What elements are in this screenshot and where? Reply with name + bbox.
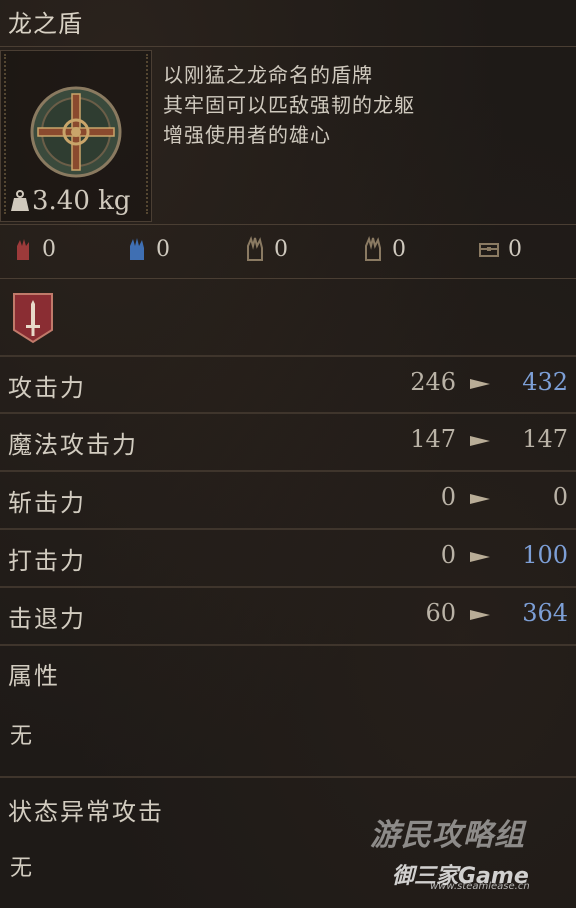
divider <box>0 470 576 472</box>
weight-icon <box>11 190 29 211</box>
divider <box>0 224 576 225</box>
stat-row-magic-attack: 魔法攻击力 147 147 <box>0 415 576 467</box>
resistance-lightning: 0 <box>362 236 406 262</box>
item-description: 以刚猛之龙命名的盾牌 其牢固可以匹敌强韧的龙躯 增强使用者的雄心 <box>163 60 415 150</box>
resistance-chest: 0 <box>478 236 522 262</box>
stat-row-knockback: 击退力 60 364 <box>0 589 576 641</box>
resistance-value: 0 <box>156 236 170 262</box>
upgrade-arrow-icon <box>470 610 490 620</box>
description-line: 其牢固可以匹敌强韧的龙躯 <box>163 93 415 117</box>
stat-base-value: 0 <box>440 483 456 511</box>
upgrade-arrow-icon <box>470 494 490 504</box>
status-attack-value: 无 <box>10 856 33 881</box>
upgrade-arrow-icon <box>470 436 490 446</box>
resistance-value: 0 <box>42 236 56 262</box>
resistance-fire: 0 <box>244 236 288 262</box>
stat-name: 斩击力 <box>8 489 86 517</box>
stat-upgraded-value: 100 <box>522 541 568 569</box>
physical-hand-icon <box>17 239 29 260</box>
attribute-value: 无 <box>10 724 33 749</box>
stat-base-value: 246 <box>410 368 456 396</box>
stat-row-strike: 打击力 0 100 <box>0 531 576 583</box>
stat-upgraded-value: 0 <box>552 483 568 511</box>
resistance-value: 0 <box>508 236 522 262</box>
stat-name: 击退力 <box>8 605 86 633</box>
stat-upgraded-value: 364 <box>522 599 568 627</box>
status-attack-title: 状态异常攻击 <box>8 798 164 826</box>
stat-name: 攻击力 <box>8 374 86 402</box>
stat-base-value: 147 <box>410 425 456 453</box>
divider <box>0 278 576 279</box>
magic-hand-icon <box>130 238 144 260</box>
attribute-title: 属性 <box>8 662 60 690</box>
resistance-value: 0 <box>392 236 406 262</box>
dragon-shield-icon <box>30 86 122 178</box>
upgrade-arrow-icon <box>470 379 490 389</box>
divider <box>0 586 576 588</box>
divider <box>0 46 576 47</box>
resistance-value: 0 <box>274 236 288 262</box>
description-line: 增强使用者的雄心 <box>163 123 331 147</box>
stat-base-value: 60 <box>425 599 456 627</box>
frame-vine-decoration <box>4 54 6 214</box>
stat-row-slash: 斩击力 0 0 <box>0 473 576 525</box>
resistance-row: 0 0 0 0 0 <box>0 236 576 268</box>
resistance-magic: 0 <box>126 236 170 262</box>
chest-icon <box>479 243 499 257</box>
divider <box>0 355 576 357</box>
divider <box>0 644 576 646</box>
divider <box>0 528 576 530</box>
stat-upgraded-value: 432 <box>522 368 568 396</box>
upgrade-arrow-icon <box>470 552 490 562</box>
stat-base-value: 0 <box>440 541 456 569</box>
weight-display: 3.40 kg <box>10 186 131 216</box>
description-line: 以刚猛之龙命名的盾牌 <box>163 63 373 87</box>
item-title: 龙之盾 <box>8 10 83 38</box>
stat-name: 魔法攻击力 <box>8 431 138 459</box>
stat-name: 打击力 <box>8 547 86 575</box>
resistance-physical: 0 <box>12 236 56 262</box>
fire-hand-icon <box>247 236 263 261</box>
lightning-hand-icon <box>365 236 381 261</box>
watermark-text: 游民攻略组 <box>370 818 525 853</box>
stat-row-attack: 攻击力 246 432 <box>0 358 576 410</box>
divider <box>0 412 576 414</box>
weight-value: 3.40 kg <box>32 186 131 216</box>
divider <box>0 776 576 778</box>
frame-vine-decoration <box>146 54 148 214</box>
sword-badge-icon <box>13 293 53 344</box>
watermark-url: www.steamlease.cn <box>430 881 530 892</box>
stat-upgraded-value: 147 <box>522 425 568 453</box>
